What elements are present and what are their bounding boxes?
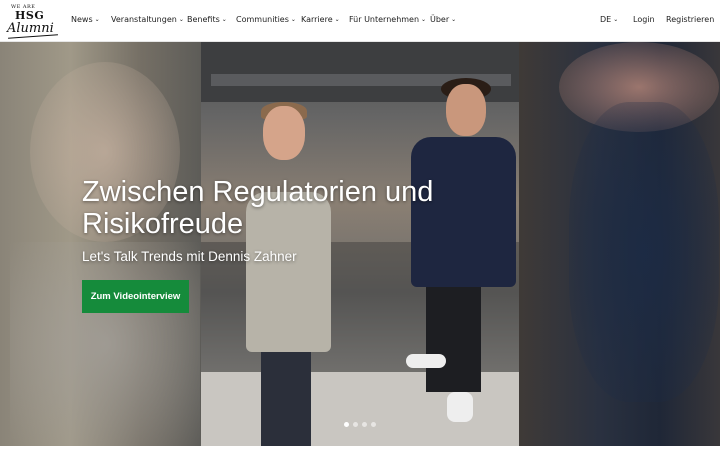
hero-slider: Zwischen Regulatorien und Risikofreude L… bbox=[0, 42, 720, 446]
hsg-alumni-logo[interactable]: WE ARE HSG Alumni bbox=[7, 3, 59, 39]
chevron-down-icon: ⌄ bbox=[451, 16, 457, 23]
language-selector[interactable]: DE ⌄ bbox=[600, 15, 618, 24]
slider-dot-3[interactable] bbox=[362, 422, 367, 427]
nav-item-ueber[interactable]: Über ⌄ bbox=[430, 15, 456, 24]
nav-item-news[interactable]: News ⌄ bbox=[71, 15, 100, 24]
nav-item-karriere[interactable]: Karriere ⌄ bbox=[301, 15, 340, 24]
hero-title-line1: Zwischen Regulatorien und bbox=[82, 176, 434, 208]
hero-interview-photo bbox=[201, 42, 519, 446]
register-link[interactable]: Registrieren bbox=[666, 15, 714, 24]
chevron-down-icon: ⌄ bbox=[94, 16, 100, 23]
nav-item-communities[interactable]: Communities ⌄ bbox=[236, 15, 296, 24]
nav-item-benefits[interactable]: Benefits ⌄ bbox=[187, 15, 227, 24]
hero-blurred-background-left bbox=[0, 42, 201, 446]
hero-title-line2: Risikofreude bbox=[82, 208, 244, 240]
slider-dot-2[interactable] bbox=[353, 422, 358, 427]
hero-blurred-background-right bbox=[519, 42, 720, 446]
nav-item-fuer-unternehmen[interactable]: Für Unternehmen ⌄ bbox=[349, 15, 426, 24]
slider-dot-1[interactable] bbox=[344, 422, 349, 427]
site-header: WE ARE HSG Alumni News ⌄ Veranstaltungen ⌄… bbox=[0, 0, 720, 42]
login-link[interactable]: Login bbox=[633, 15, 655, 24]
chevron-down-icon: ⌄ bbox=[221, 16, 227, 23]
chevron-down-icon: ⌄ bbox=[290, 16, 296, 23]
slider-pagination bbox=[344, 422, 376, 427]
logo-line3: Alumni bbox=[7, 21, 54, 36]
chevron-down-icon: ⌄ bbox=[178, 16, 184, 23]
slider-dot-4[interactable] bbox=[371, 422, 376, 427]
hero-subtitle: Let's Talk Trends mit Dennis Zahner bbox=[82, 249, 297, 264]
chevron-down-icon: ⌄ bbox=[421, 16, 427, 23]
nav-item-veranstaltungen[interactable]: Veranstaltungen ⌄ bbox=[111, 15, 184, 24]
chevron-down-icon: ⌄ bbox=[334, 16, 340, 23]
video-interview-button[interactable]: Zum Videointerview bbox=[82, 280, 189, 313]
hero-title: Zwischen Regulatorien und Risikofreude bbox=[82, 176, 502, 240]
chevron-down-icon: ⌄ bbox=[613, 16, 619, 23]
